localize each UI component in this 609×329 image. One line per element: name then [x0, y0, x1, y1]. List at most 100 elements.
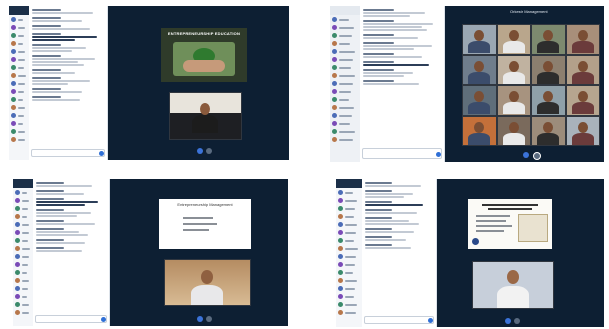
sidebar-contact-item[interactable] [11, 40, 27, 47]
send-icon[interactable] [436, 152, 441, 157]
avatar-icon [332, 97, 337, 102]
sidebar-contact-item[interactable] [15, 293, 31, 300]
participant-video-tile[interactable] [496, 85, 531, 116]
sidebar-contact-item[interactable] [332, 48, 358, 55]
sidebar-contact-item[interactable] [15, 269, 31, 276]
sidebar-contact-item[interactable] [332, 40, 358, 47]
sidebar-contact-item[interactable] [338, 189, 360, 196]
sidebar-contact-item[interactable] [15, 245, 31, 252]
sidebar-contact-item[interactable] [338, 221, 360, 228]
sidebar-contact-item[interactable] [15, 229, 31, 236]
sidebar-contact-item[interactable] [332, 136, 358, 143]
avatar-icon [11, 81, 16, 86]
sidebar-contact-item[interactable] [332, 72, 358, 79]
sidebar-contact-item[interactable] [11, 24, 27, 31]
participant-video-tile[interactable] [565, 85, 600, 116]
sidebar-contact-item[interactable] [338, 229, 360, 236]
sidebar-contact-item[interactable] [11, 96, 27, 103]
sidebar-contact-item[interactable] [11, 88, 27, 95]
hang-up-icon[interactable] [514, 318, 520, 324]
sidebar-contact-item[interactable] [338, 277, 360, 284]
sidebar-contact-item[interactable] [332, 120, 358, 127]
camera-icon[interactable] [533, 152, 541, 160]
sidebar-contact-item[interactable] [11, 80, 27, 87]
sidebar-contact-item[interactable] [15, 309, 31, 316]
sidebar-contact-item[interactable] [338, 261, 360, 268]
sidebar-contact-item[interactable] [332, 96, 358, 103]
sidebar-contact-item[interactable] [11, 120, 27, 127]
sidebar-contact-item[interactable] [15, 237, 31, 244]
hang-up-icon[interactable] [206, 148, 212, 154]
participant-video-tile[interactable] [531, 54, 566, 85]
sidebar-contact-item[interactable] [332, 32, 358, 39]
participant-video-tile[interactable] [565, 24, 600, 55]
send-icon[interactable] [428, 318, 433, 323]
participant-video-tile[interactable] [496, 54, 531, 85]
microphone-icon[interactable] [197, 316, 203, 322]
sidebar-contact-item[interactable] [332, 88, 358, 95]
sidebar-contact-item[interactable] [338, 253, 360, 260]
sidebar-contact-item[interactable] [332, 16, 358, 23]
sidebar-contact-item[interactable] [15, 197, 31, 204]
sidebar-contact-item[interactable] [11, 48, 27, 55]
sidebar-contact-item[interactable] [338, 309, 360, 316]
sidebar-contact-item[interactable] [11, 128, 27, 135]
sidebar-contact-item[interactable] [15, 221, 31, 228]
sidebar-contact-item[interactable] [11, 56, 27, 63]
send-icon[interactable] [101, 317, 106, 322]
sidebar-contact-item[interactable] [11, 16, 27, 23]
contact-name [18, 50, 26, 53]
sidebar-contact-item[interactable] [338, 285, 360, 292]
participant-video-tile[interactable] [496, 24, 531, 55]
sidebar-contact-item[interactable] [11, 112, 27, 119]
chat-input[interactable] [35, 315, 107, 323]
sidebar-contact-item[interactable] [15, 205, 31, 212]
sidebar-contact-item[interactable] [338, 213, 360, 220]
sidebar-contact-item[interactable] [338, 301, 360, 308]
sidebar-contact-item[interactable] [11, 72, 27, 79]
hang-up-icon[interactable] [206, 316, 212, 322]
sidebar-contact-item[interactable] [338, 245, 360, 252]
chat-message [365, 236, 433, 241]
sidebar-contact-item[interactable] [338, 237, 360, 244]
sidebar-contact-item[interactable] [332, 112, 358, 119]
sidebar-contact-item[interactable] [338, 197, 360, 204]
chat-input[interactable] [362, 148, 442, 159]
sidebar-contact-item[interactable] [11, 32, 27, 39]
sidebar-contact-item[interactable] [15, 277, 31, 284]
microphone-icon[interactable] [505, 318, 511, 324]
participant-video-tile[interactable] [462, 54, 497, 85]
participant-video-tile[interactable] [531, 115, 566, 146]
chat-input[interactable] [364, 316, 434, 324]
sidebar-contact-item[interactable] [15, 253, 31, 260]
sidebar-contact-item[interactable] [11, 64, 27, 71]
chat-input[interactable] [31, 149, 105, 157]
sidebar-contact-item[interactable] [15, 261, 31, 268]
sidebar-contact-item[interactable] [332, 80, 358, 87]
participant-video-tile[interactable] [531, 24, 566, 55]
sidebar-contact-item[interactable] [338, 293, 360, 300]
sidebar-contact-item[interactable] [15, 285, 31, 292]
participant-video-tile[interactable] [462, 115, 497, 146]
sidebar-contact-item[interactable] [332, 64, 358, 71]
sidebar-contact-item[interactable] [11, 136, 27, 143]
sidebar-contact-item[interactable] [15, 301, 31, 308]
microphone-icon[interactable] [523, 152, 529, 158]
send-icon[interactable] [99, 151, 104, 156]
participant-video-tile[interactable] [496, 115, 531, 146]
sidebar-contact-item[interactable] [332, 104, 358, 111]
sidebar-contact-item[interactable] [11, 104, 27, 111]
sidebar-contact-item[interactable] [338, 269, 360, 276]
sidebar-contact-item[interactable] [338, 205, 360, 212]
participant-video-tile[interactable] [565, 115, 600, 146]
participant-video-tile[interactable] [462, 85, 497, 116]
sidebar-contact-item[interactable] [332, 128, 358, 135]
sidebar-contact-item[interactable] [15, 189, 31, 196]
sidebar-contact-item[interactable] [332, 56, 358, 63]
sidebar-contact-item[interactable] [332, 24, 358, 31]
participant-video-tile[interactable] [462, 24, 497, 55]
sidebar-contact-item[interactable] [15, 213, 31, 220]
participant-video-tile[interactable] [531, 85, 566, 116]
microphone-icon[interactable] [197, 148, 203, 154]
participant-video-tile[interactable] [565, 54, 600, 85]
